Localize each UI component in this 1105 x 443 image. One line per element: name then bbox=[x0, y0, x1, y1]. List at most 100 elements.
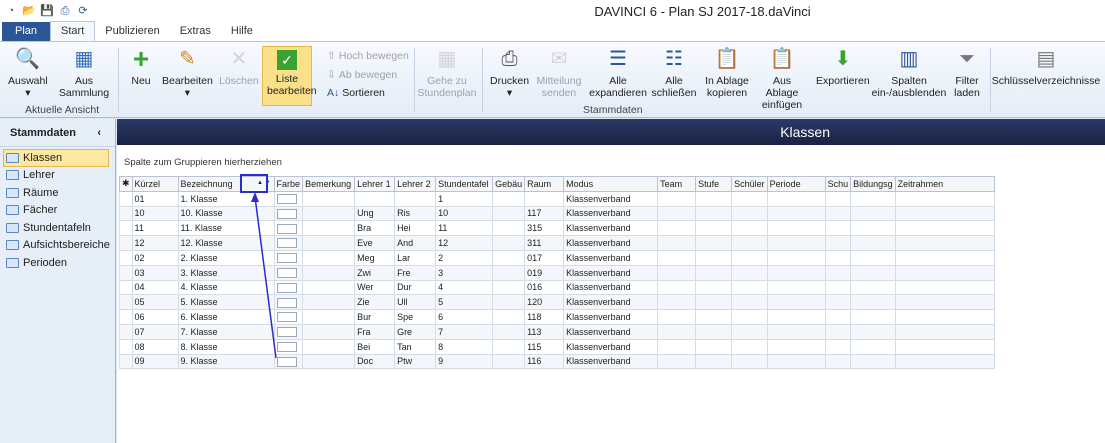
table-cell[interactable] bbox=[766, 279, 826, 296]
table-cell[interactable] bbox=[850, 249, 896, 266]
column-header[interactable]: Team bbox=[657, 176, 697, 192]
row-selector[interactable] bbox=[119, 279, 133, 296]
table-cell[interactable] bbox=[657, 294, 697, 311]
row-selector[interactable] bbox=[119, 353, 133, 370]
table-cell[interactable]: Klassenverband bbox=[563, 264, 659, 281]
table-cell[interactable] bbox=[850, 279, 896, 296]
column-header[interactable]: Schu bbox=[824, 176, 852, 192]
table-cell[interactable] bbox=[657, 264, 697, 281]
table-cell[interactable] bbox=[492, 294, 526, 311]
table-cell[interactable] bbox=[766, 338, 826, 355]
color-swatch[interactable] bbox=[276, 208, 297, 219]
table-cell[interactable] bbox=[657, 279, 697, 296]
tab-plan[interactable]: Plan bbox=[2, 22, 51, 41]
table-cell[interactable]: 02 bbox=[131, 249, 179, 266]
table-cell[interactable]: Bur bbox=[354, 309, 396, 325]
table-cell[interactable] bbox=[302, 249, 356, 266]
table-cell[interactable] bbox=[894, 294, 995, 311]
table-cell[interactable] bbox=[894, 235, 995, 251]
table-cell[interactable] bbox=[850, 323, 896, 340]
table-cell[interactable] bbox=[731, 205, 768, 222]
table-cell[interactable]: Eve bbox=[354, 235, 396, 251]
table-cell[interactable] bbox=[657, 249, 697, 266]
table-cell[interactable] bbox=[273, 294, 304, 311]
table-cell[interactable]: Doc bbox=[354, 353, 396, 370]
table-cell[interactable]: Meg bbox=[354, 249, 396, 266]
table-cell[interactable] bbox=[273, 323, 304, 340]
table-cell[interactable] bbox=[824, 309, 852, 325]
table-cell[interactable] bbox=[695, 294, 733, 311]
aus-ablage-einfuegen-button[interactable]: 📋 Aus Ablage einfügen bbox=[757, 46, 807, 111]
table-cell[interactable] bbox=[824, 353, 852, 370]
table-cell[interactable] bbox=[492, 205, 526, 222]
table-cell[interactable] bbox=[273, 353, 304, 370]
table-cell[interactable] bbox=[850, 353, 896, 370]
table-cell[interactable]: Spe bbox=[394, 309, 437, 325]
table-cell[interactable] bbox=[695, 264, 733, 281]
column-header[interactable]: Bildungsg bbox=[850, 176, 896, 192]
table-cell[interactable] bbox=[731, 294, 768, 311]
table-cell[interactable]: 311 bbox=[524, 235, 565, 251]
filter-laden-button[interactable]: ⏷ Filter laden bbox=[952, 46, 982, 99]
row-selector-header[interactable]: ✱ bbox=[119, 176, 133, 192]
table-row[interactable]: 09 9. Klasse Doc Ptw 9 116 Klassenverband bbox=[119, 353, 995, 370]
color-swatch[interactable] bbox=[276, 356, 297, 367]
table-cell[interactable] bbox=[524, 190, 565, 207]
table-cell[interactable] bbox=[695, 220, 733, 237]
sidebar-item-klassen[interactable]: Klassen bbox=[3, 149, 109, 167]
table-cell[interactable]: 9 bbox=[435, 353, 494, 370]
table-cell[interactable] bbox=[657, 190, 697, 207]
table-cell[interactable]: Klassenverband bbox=[563, 190, 659, 207]
table-cell[interactable]: Klassenverband bbox=[563, 220, 659, 237]
table-row[interactable]: 12 12. Klasse Eve And 12 311 Klassenverband bbox=[119, 235, 995, 251]
column-header[interactable]: Kürzel bbox=[131, 176, 179, 192]
table-cell[interactable] bbox=[731, 353, 768, 370]
table-cell[interactable] bbox=[695, 338, 733, 355]
table-cell[interactable]: 113 bbox=[524, 323, 565, 340]
column-header[interactable]: Lehrer 1 bbox=[354, 176, 396, 192]
table-cell[interactable] bbox=[695, 249, 733, 266]
table-cell[interactable] bbox=[273, 190, 304, 207]
table-cell[interactable] bbox=[766, 220, 826, 237]
table-cell[interactable] bbox=[731, 190, 768, 207]
table-cell[interactable] bbox=[273, 235, 304, 251]
table-cell[interactable]: 10 bbox=[131, 205, 179, 222]
row-selector[interactable] bbox=[119, 309, 133, 325]
color-swatch[interactable] bbox=[276, 327, 297, 338]
table-cell[interactable] bbox=[492, 323, 526, 340]
neu-button[interactable]: + Neu bbox=[128, 45, 154, 88]
table-cell[interactable] bbox=[894, 249, 995, 266]
table-cell[interactable]: 10. Klasse bbox=[177, 205, 275, 222]
table-cell[interactable] bbox=[894, 190, 995, 207]
table-cell[interactable] bbox=[657, 323, 697, 340]
tab-extras[interactable]: Extras bbox=[170, 22, 221, 41]
table-cell[interactable]: 11 bbox=[435, 220, 494, 237]
row-selector[interactable] bbox=[119, 190, 133, 207]
table-cell[interactable]: 12 bbox=[435, 235, 494, 251]
table-cell[interactable] bbox=[492, 190, 526, 207]
table-cell[interactable] bbox=[766, 309, 826, 325]
liste-bearbeiten-button[interactable]: ✓ Liste bearbeiten bbox=[262, 46, 317, 106]
table-cell[interactable]: 8 bbox=[435, 338, 494, 355]
table-cell[interactable] bbox=[695, 309, 733, 325]
table-cell[interactable] bbox=[273, 338, 304, 355]
table-cell[interactable] bbox=[894, 309, 995, 325]
table-cell[interactable]: Ull bbox=[394, 294, 437, 311]
color-swatch[interactable] bbox=[276, 312, 297, 323]
tab-hilfe[interactable]: Hilfe bbox=[221, 22, 263, 41]
table-cell[interactable] bbox=[657, 338, 697, 355]
table-cell[interactable] bbox=[850, 338, 896, 355]
table-row[interactable]: 06 6. Klasse Bur Spe 6 118 Klassenverband bbox=[119, 309, 995, 325]
table-cell[interactable] bbox=[850, 309, 896, 325]
table-cell[interactable]: 10 bbox=[435, 205, 494, 222]
table-cell[interactable]: 06 bbox=[131, 309, 179, 325]
table-cell[interactable]: 04 bbox=[131, 279, 179, 296]
table-cell[interactable] bbox=[302, 309, 356, 325]
loeschen-button[interactable]: ✕ Löschen bbox=[219, 46, 259, 87]
row-selector[interactable] bbox=[119, 205, 133, 222]
table-cell[interactable] bbox=[894, 323, 995, 340]
table-cell[interactable]: 05 bbox=[131, 294, 179, 311]
table-cell[interactable]: Klassenverband bbox=[563, 294, 659, 311]
table-cell[interactable]: Dur bbox=[394, 279, 437, 296]
table-cell[interactable] bbox=[731, 249, 768, 266]
